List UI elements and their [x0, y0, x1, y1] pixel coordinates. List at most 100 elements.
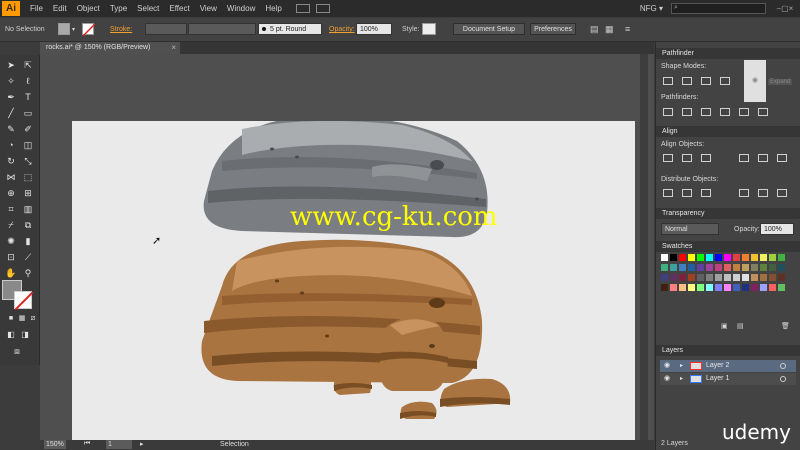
chevron-down-icon[interactable]: ▾ — [72, 26, 75, 33]
artboard-number-field[interactable]: 1 — [106, 440, 132, 449]
swatch[interactable] — [661, 254, 668, 261]
swatch[interactable] — [733, 284, 740, 291]
menu-window[interactable]: Window — [227, 4, 255, 13]
swatch[interactable] — [697, 264, 704, 271]
opacity-field[interactable]: 100% — [356, 23, 392, 35]
blend-mode-dropdown[interactable]: Normal — [661, 223, 719, 235]
swatch[interactable] — [661, 274, 668, 281]
opacity-label[interactable]: Opacity: — [329, 26, 355, 33]
swatch[interactable] — [715, 254, 722, 261]
expand-button[interactable]: Expand — [768, 79, 793, 85]
swatch[interactable] — [670, 274, 677, 281]
distribute-horizontal-center-icon[interactable] — [758, 189, 768, 197]
target-icon[interactable] — [780, 363, 786, 369]
bridge-icon[interactable] — [295, 4, 310, 13]
pathfinder-panel-title[interactable]: Pathfinder — [656, 48, 800, 59]
minus-back-icon[interactable] — [758, 108, 768, 116]
swatch-grid[interactable] — [661, 254, 797, 314]
next-artboard-icon[interactable]: ▸ — [140, 440, 144, 448]
swatch[interactable] — [670, 254, 677, 261]
artboard-tool-icon[interactable]: ⊡ — [4, 251, 18, 263]
draw-behind-icon[interactable]: ◨ — [18, 329, 32, 341]
none-mode-icon[interactable]: ⧄ — [26, 313, 40, 325]
canvas-area[interactable]: ➚ www.cg-ku.com — [40, 54, 654, 440]
variable-width-dropdown[interactable] — [188, 23, 256, 35]
distribute-top-icon[interactable] — [663, 189, 673, 197]
perspective-grid-tool-icon[interactable]: ⊞ — [21, 187, 35, 199]
new-color-group-icon[interactable]: ▤ — [737, 322, 744, 330]
preferences-button[interactable]: Preferences — [530, 23, 576, 35]
shape-builder-tool-icon[interactable]: ⊕ — [4, 187, 18, 199]
magic-wand-tool-icon[interactable]: ✧ — [4, 75, 18, 87]
panel-menu-icon[interactable]: ≡ — [625, 24, 630, 34]
minus-front-icon[interactable] — [682, 77, 692, 85]
lasso-tool-icon[interactable]: ℓ — [21, 75, 35, 87]
line-tool-icon[interactable]: ╱ — [4, 107, 18, 119]
swatch[interactable] — [742, 284, 749, 291]
swatch[interactable] — [706, 284, 713, 291]
brush-dropdown[interactable]: 5 pt. Round — [258, 23, 322, 35]
width-tool-icon[interactable]: ⋈ — [4, 171, 18, 183]
stroke-weight-field[interactable] — [145, 23, 187, 35]
swatch[interactable] — [706, 264, 713, 271]
gradient-tool-icon[interactable]: ▥ — [21, 203, 35, 215]
swatch[interactable] — [670, 284, 677, 291]
status-tool-label[interactable]: Selection — [220, 441, 249, 448]
swatch[interactable] — [715, 274, 722, 281]
trim-icon[interactable] — [682, 108, 692, 116]
align-bottom-icon[interactable] — [777, 154, 787, 162]
swatches-panel-title[interactable]: Swatches — [656, 241, 800, 252]
eraser-tool-icon[interactable]: ◫ — [21, 139, 35, 151]
fill-swatch[interactable] — [58, 23, 70, 35]
swatch[interactable] — [769, 274, 776, 281]
merge-icon[interactable] — [701, 108, 711, 116]
swatch[interactable] — [760, 284, 767, 291]
swatch[interactable] — [778, 264, 785, 271]
swatch[interactable] — [679, 254, 686, 261]
scale-tool-icon[interactable]: ⤡ — [21, 155, 35, 167]
selection-tool-icon[interactable]: ➤ — [4, 59, 18, 71]
mesh-tool-icon[interactable]: ⌗ — [4, 203, 18, 215]
stroke-label[interactable]: Stroke: — [110, 26, 132, 33]
swatch[interactable] — [778, 284, 785, 291]
rectangle-tool-icon[interactable]: ▭ — [21, 107, 35, 119]
distribute-vertical-center-icon[interactable] — [682, 189, 692, 197]
zoom-level-field[interactable]: 150% — [44, 440, 66, 449]
swatch[interactable] — [688, 284, 695, 291]
swatch[interactable] — [733, 264, 740, 271]
swatch[interactable] — [742, 254, 749, 261]
column-graph-tool-icon[interactable]: ▮ — [21, 235, 35, 247]
menu-file[interactable]: File — [30, 4, 43, 13]
draw-mode-icon[interactable]: ◧ — [4, 329, 18, 341]
align-horizontal-center-icon[interactable] — [682, 154, 692, 162]
pencil-tool-icon[interactable]: ✐ — [21, 123, 35, 135]
visibility-eye-icon[interactable]: ◉ — [664, 373, 670, 385]
type-tool-icon[interactable]: T — [21, 91, 35, 103]
swatch[interactable] — [706, 254, 713, 261]
swatch[interactable] — [733, 274, 740, 281]
layer-row[interactable]: ◉ ▸ Layer 1 — [660, 373, 796, 385]
swatch[interactable] — [733, 254, 740, 261]
swatch[interactable] — [778, 274, 785, 281]
menu-type[interactable]: Type — [110, 4, 127, 13]
new-swatch-icon[interactable]: ▣ — [721, 322, 728, 330]
unite-icon[interactable] — [663, 77, 673, 85]
swatch[interactable] — [769, 254, 776, 261]
swatch[interactable] — [679, 284, 686, 291]
menu-view[interactable]: View — [200, 4, 217, 13]
swatch[interactable] — [661, 264, 668, 271]
vertical-scrollbar[interactable] — [640, 54, 648, 440]
exclude-icon[interactable] — [720, 77, 730, 85]
expand-layer-icon[interactable]: ▸ — [680, 360, 683, 372]
swatch[interactable] — [724, 264, 731, 271]
pen-tool-icon[interactable]: ✒ — [4, 91, 18, 103]
layer-name[interactable]: Layer 2 — [706, 360, 729, 372]
intersect-icon[interactable] — [701, 77, 711, 85]
swatch[interactable] — [751, 264, 758, 271]
eyedropper-tool-icon[interactable]: ⌿ — [4, 219, 18, 231]
swatch[interactable] — [760, 274, 767, 281]
rotate-tool-icon[interactable]: ↻ — [4, 155, 18, 167]
blend-tool-icon[interactable]: ⧉ — [21, 219, 35, 231]
menu-help[interactable]: Help — [265, 4, 281, 13]
swatch[interactable] — [751, 274, 758, 281]
